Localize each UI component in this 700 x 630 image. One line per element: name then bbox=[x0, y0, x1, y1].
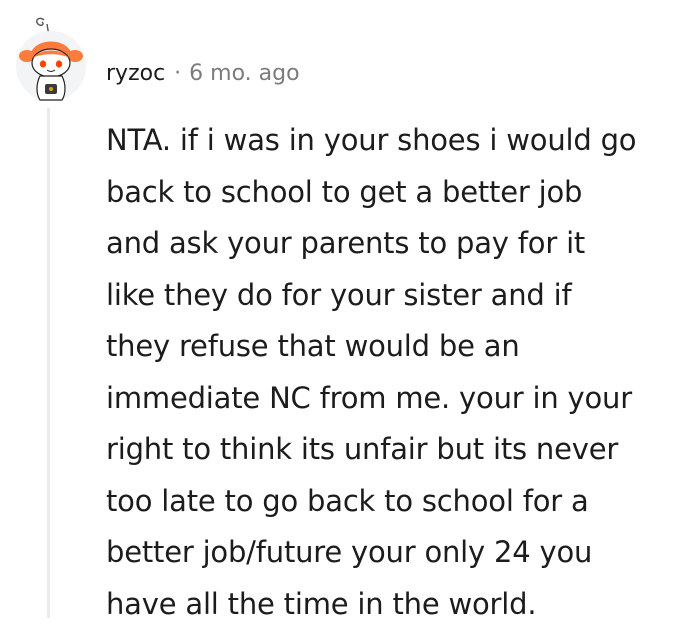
comment-timestamp[interactable]: 6 mo. ago bbox=[189, 61, 299, 86]
comment-body-line: and ask your parents to pay for it bbox=[106, 226, 586, 260]
comment-body-line: like they do for your sister and if bbox=[106, 277, 572, 312]
comment-body: NTA. if i was in your shoes i would go b… bbox=[106, 115, 692, 630]
user-avatar[interactable] bbox=[14, 14, 88, 102]
comment-body-line: have all the time in the world. bbox=[106, 586, 537, 621]
meta-separator: · bbox=[174, 60, 182, 86]
thread-line[interactable] bbox=[47, 108, 50, 618]
comment-body-line: immediate NC from me. your in your bbox=[106, 380, 632, 415]
comment-body-line: they refuse that would be an bbox=[106, 329, 520, 363]
snoo-avatar-icon bbox=[16, 17, 86, 101]
comment-body-line: too late to go back to school for a bbox=[106, 483, 589, 518]
comment-body-line: right to think its unfair but its never bbox=[106, 432, 619, 466]
comment-body-line: back to school to get a better job bbox=[106, 174, 583, 209]
comment-header: ryzoc · 6 mo. ago bbox=[106, 55, 300, 91]
author-name[interactable]: ryzoc bbox=[106, 61, 165, 86]
comment-body-line: NTA. if i was in your shoes i would go bbox=[106, 123, 637, 157]
comment-body-line: better job/future your only 24 you bbox=[106, 535, 593, 569]
